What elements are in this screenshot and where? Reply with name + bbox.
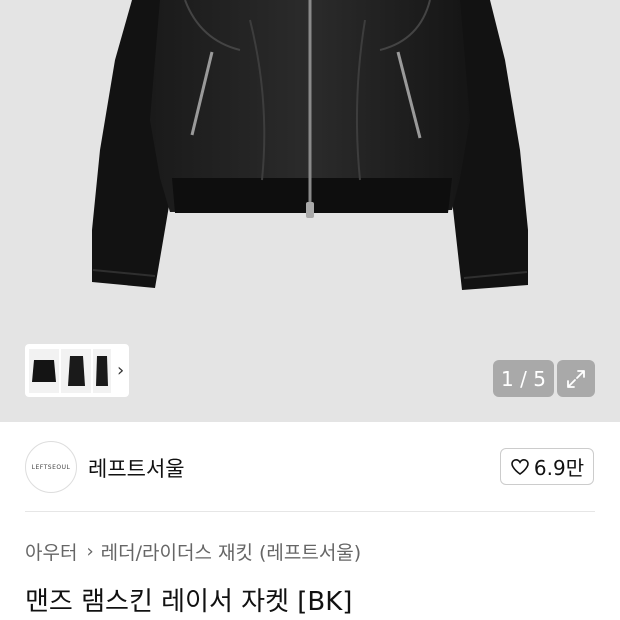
heart-icon [511,458,529,475]
thumbnail-3[interactable] [93,348,111,393]
shop-logo[interactable]: LEFTSEOUL [25,441,77,493]
expand-icon [567,369,585,388]
shop-name[interactable]: 레프트서울 [88,453,185,483]
product-image-gallery[interactable]: › 1 / 5 [0,0,620,422]
breadcrumb-subcategory[interactable]: 레더/라이더스 재킷 (레프트서울) [101,538,362,565]
thumbnail-2[interactable] [61,348,91,393]
thumbnail-strip[interactable]: › [25,344,129,397]
chevron-right-icon[interactable]: › [117,360,124,381]
breadcrumb: 아우터 › 레더/라이더스 재킷 (레프트서울) [25,538,361,565]
shop-header: LEFTSEOUL 레프트서울 6.9만 [0,422,620,514]
like-button[interactable]: 6.9만 [500,448,594,485]
expand-button[interactable] [557,360,595,397]
divider [25,511,595,512]
chevron-right-icon: › [86,541,94,562]
breadcrumb-category[interactable]: 아우터 [25,538,77,565]
image-counter: 1 / 5 [493,360,554,397]
product-title: 맨즈 램스킨 레이서 자켓 [BK] [25,587,353,617]
like-count: 6.9만 [533,456,585,480]
thumbnail-1[interactable] [29,348,59,393]
